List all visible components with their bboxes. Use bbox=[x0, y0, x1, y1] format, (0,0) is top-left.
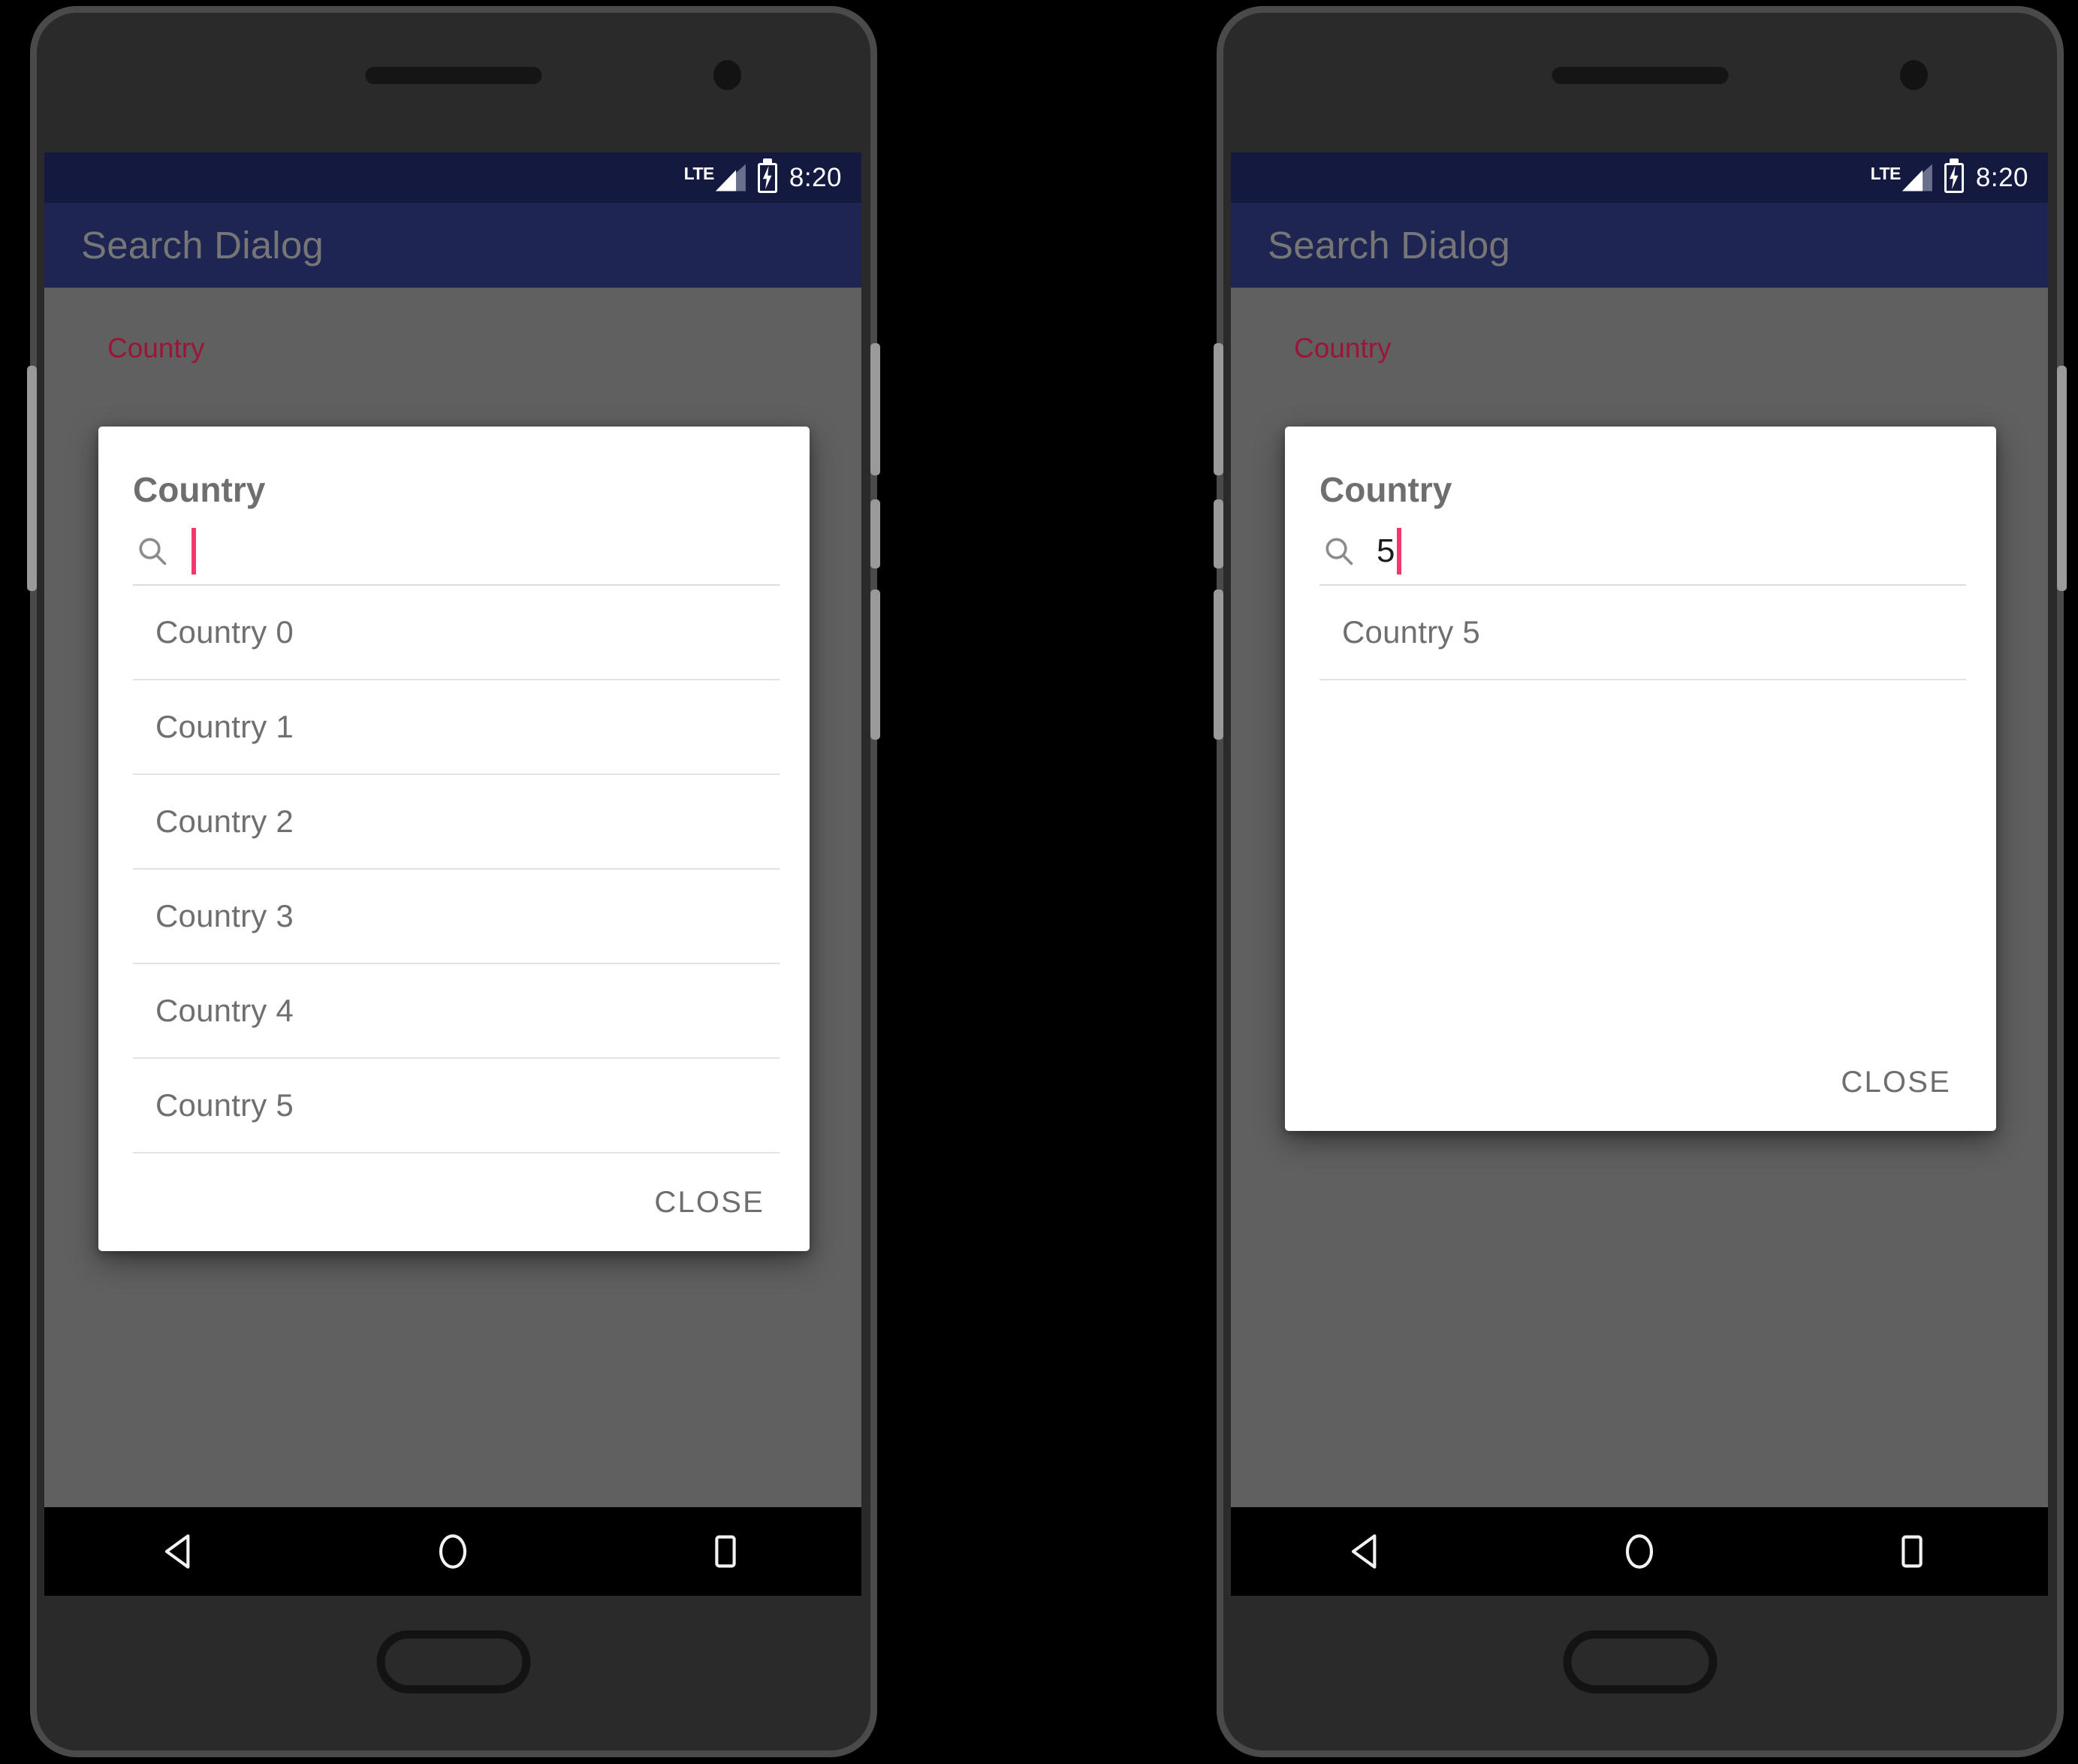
navigation-bar bbox=[1231, 1507, 2048, 1596]
phone-device-left: LTE 8:20 Search Dialog Country Country C… bbox=[27, 6, 880, 1757]
side-button-right[interactable] bbox=[2057, 366, 2067, 591]
search-icon bbox=[139, 538, 167, 565]
network-label: LTE bbox=[1870, 163, 1902, 183]
battery-charging-icon bbox=[1944, 162, 1964, 193]
back-triangle-icon[interactable] bbox=[157, 1528, 204, 1575]
list-item[interactable]: Country 1 bbox=[133, 680, 780, 776]
recents-square-icon[interactable] bbox=[702, 1528, 749, 1575]
list-item-label: Country 3 bbox=[155, 898, 294, 934]
phone-screen-right: LTE 8:20 Search Dialog Country Country 5… bbox=[1231, 152, 2048, 1596]
list-item[interactable]: Country 0 bbox=[133, 586, 780, 681]
network-label: LTE bbox=[683, 163, 715, 183]
side-button-volume-down[interactable] bbox=[1214, 499, 1223, 568]
search-icon bbox=[1326, 538, 1353, 565]
content-area: Country Country 5 Country 5 CLOSE bbox=[1231, 288, 2048, 1596]
status-bar: LTE 8:20 bbox=[44, 152, 861, 203]
status-clock: 8:20 bbox=[1975, 163, 2028, 192]
home-circle-icon[interactable] bbox=[430, 1528, 476, 1575]
dialog-actions: CLOSE bbox=[98, 1153, 810, 1251]
list-item-label: Country 1 bbox=[155, 709, 294, 745]
country-field-label: Country bbox=[1294, 333, 1392, 363]
side-button-left[interactable] bbox=[27, 366, 37, 591]
signal-bars-icon bbox=[1902, 164, 1932, 191]
country-list: Country 0 Country 1 Country 2 Country 3 bbox=[133, 586, 780, 1154]
side-button-volume-up[interactable] bbox=[1214, 343, 1223, 475]
search-input-value: 5 bbox=[1377, 532, 1395, 570]
battery-charging-icon bbox=[757, 162, 777, 193]
list-item[interactable]: Country 3 bbox=[133, 870, 780, 965]
list-item-label: Country 2 bbox=[155, 804, 294, 840]
phone-device-right: LTE 8:20 Search Dialog Country Country 5… bbox=[1214, 6, 2067, 1757]
home-circle-icon[interactable] bbox=[1616, 1528, 1663, 1575]
search-input[interactable] bbox=[190, 526, 196, 576]
content-area: Country Country Country 0 Country 1 Coun… bbox=[44, 288, 861, 1596]
network-indicator: LTE bbox=[684, 164, 746, 191]
home-hardware-button[interactable] bbox=[1563, 1630, 1718, 1693]
country-list: Country 5 bbox=[1319, 586, 1966, 681]
status-bar: LTE 8:20 bbox=[1231, 152, 2048, 203]
list-item-label: Country 5 bbox=[1342, 614, 1480, 650]
text-caret bbox=[1396, 528, 1401, 575]
home-hardware-button[interactable] bbox=[376, 1630, 531, 1693]
dialog-actions: CLOSE bbox=[1285, 1033, 1996, 1131]
search-dialog: Country Country 0 Country 1 Country 2 Co… bbox=[98, 427, 810, 1252]
front-camera-icon bbox=[713, 60, 741, 90]
search-input[interactable]: 5 bbox=[1377, 526, 1401, 576]
list-item[interactable]: Country 2 bbox=[133, 775, 780, 870]
app-bar: Search Dialog bbox=[1231, 203, 2048, 288]
search-dialog: Country 5 Country 5 CLOSE bbox=[1285, 427, 1996, 1132]
app-bar: Search Dialog bbox=[44, 203, 861, 288]
country-field-label: Country bbox=[107, 333, 205, 363]
list-empty-space bbox=[1285, 680, 1996, 1033]
list-item-label: Country 4 bbox=[155, 993, 294, 1029]
dialog-title: Country bbox=[133, 470, 266, 509]
status-clock: 8:20 bbox=[789, 163, 842, 192]
search-row[interactable]: 5 bbox=[1319, 526, 1966, 586]
list-item[interactable]: Country 5 bbox=[1319, 586, 1966, 681]
screenshot-stage: LTE 8:20 Search Dialog Country Country C… bbox=[0, 0, 2078, 1764]
list-item-label: Country 0 bbox=[155, 614, 294, 650]
back-triangle-icon[interactable] bbox=[1344, 1528, 1390, 1575]
earpiece-speaker bbox=[1552, 67, 1729, 84]
page-title: Search Dialog bbox=[81, 224, 324, 267]
recents-square-icon[interactable] bbox=[1889, 1528, 1935, 1575]
side-button-power[interactable] bbox=[1214, 590, 1223, 740]
side-button-power[interactable] bbox=[870, 590, 880, 740]
signal-bars-icon bbox=[715, 164, 746, 191]
network-indicator: LTE bbox=[1871, 164, 1932, 191]
front-camera-icon bbox=[1900, 60, 1928, 90]
close-button[interactable]: CLOSE bbox=[1830, 1058, 1962, 1107]
side-button-volume-up[interactable] bbox=[870, 343, 880, 475]
close-button[interactable]: CLOSE bbox=[644, 1178, 775, 1227]
navigation-bar bbox=[44, 1507, 861, 1596]
page-title: Search Dialog bbox=[1268, 224, 1510, 267]
list-item[interactable]: Country 5 bbox=[133, 1059, 780, 1154]
text-caret bbox=[192, 528, 196, 575]
search-row[interactable] bbox=[133, 526, 780, 586]
list-item[interactable]: Country 4 bbox=[133, 964, 780, 1060]
list-item-label: Country 5 bbox=[155, 1087, 294, 1123]
dialog-title: Country bbox=[1319, 470, 1452, 509]
phone-screen-left: LTE 8:20 Search Dialog Country Country C… bbox=[44, 152, 861, 1596]
earpiece-speaker bbox=[365, 67, 542, 84]
side-button-volume-down[interactable] bbox=[870, 499, 880, 568]
